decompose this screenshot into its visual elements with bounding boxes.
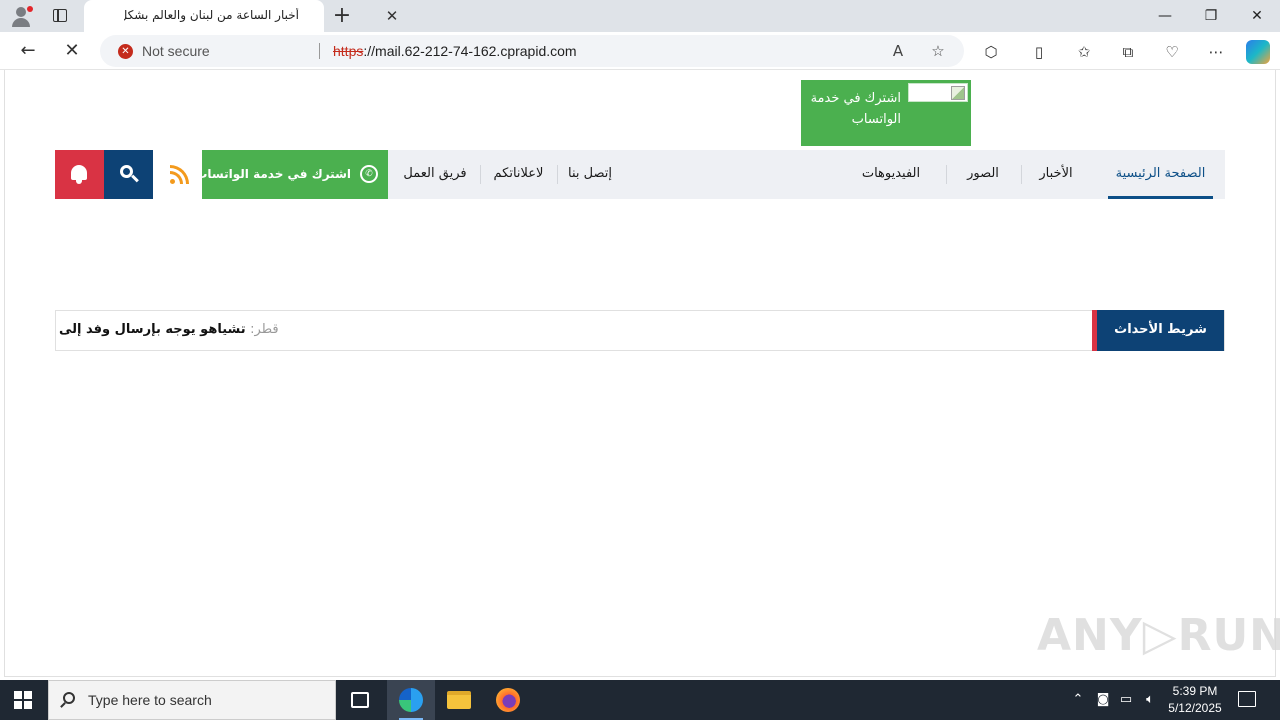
nav-whatsapp-subscribe-button[interactable]: اشترك في خدمة الواتساب ✆ xyxy=(195,150,388,199)
more-icon[interactable]: ⋯ xyxy=(1205,41,1227,63)
read-aloud-icon[interactable]: A xyxy=(888,41,908,61)
address-separator xyxy=(319,43,320,59)
nav-team[interactable]: فريق العمل xyxy=(395,150,475,199)
windows-taskbar: Type here to search ⌃ ◙ ▭ 🔈︎ 5:39 PM 5/1… xyxy=(0,680,1280,720)
taskbar-search-box[interactable]: Type here to search xyxy=(48,680,336,720)
taskbar-clock[interactable]: 5:39 PM 5/12/2025 xyxy=(1160,683,1230,717)
taskbar-file-explorer-button[interactable] xyxy=(435,680,483,720)
profile-icon[interactable] xyxy=(8,4,34,28)
nav-contact[interactable]: إتصل بنا xyxy=(558,150,622,199)
ticker-label: شريط الأحداث xyxy=(1092,310,1224,351)
extensions-icon[interactable]: ⬡ xyxy=(980,41,1002,63)
nav-home[interactable]: الصفحة الرئيسية xyxy=(1108,150,1213,199)
nav-videos[interactable]: الفيديوهات xyxy=(847,150,935,199)
bell-icon xyxy=(71,165,87,180)
ticker-headline: تشياهو يوجه بإرسال وفد إلى xyxy=(59,322,246,337)
new-tab-icon[interactable]: + xyxy=(332,5,352,27)
stop-icon[interactable]: ✕ xyxy=(60,39,84,63)
notification-center-icon[interactable] xyxy=(1238,691,1256,707)
nav-news[interactable]: الأخبار xyxy=(1023,150,1089,199)
volume-icon[interactable]: 🔈︎ xyxy=(1141,691,1159,709)
nav-divider xyxy=(557,165,558,184)
taskbar-edge-button[interactable] xyxy=(387,680,435,720)
security-label[interactable]: Not secure xyxy=(142,43,210,59)
taskbar-search-placeholder: Type here to search xyxy=(88,692,212,708)
favorite-star-icon[interactable]: ☆ xyxy=(928,41,948,61)
whatsapp-banner[interactable]: اشترك في خدمة الواتساب xyxy=(801,80,971,146)
anyrun-watermark: ANY▷RUN xyxy=(1037,610,1280,661)
network-icon[interactable]: ▭ xyxy=(1117,691,1135,709)
close-window-button[interactable]: ✕ xyxy=(1242,4,1272,28)
split-screen-icon[interactable]: ▯ xyxy=(1028,41,1050,63)
url-text[interactable]: https://mail.62-212-74-162.cprapid.com xyxy=(333,43,577,59)
active-tab[interactable]: أخبار الساعة من لبنان والعالم بشكل ✕ xyxy=(84,0,398,32)
tab-actions-icon[interactable] xyxy=(50,6,70,26)
nav-divider xyxy=(480,165,481,184)
nav-divider xyxy=(946,165,947,184)
broken-image-icon xyxy=(908,83,968,102)
whatsapp-banner-text[interactable]: اشترك في خدمة الواتساب xyxy=(801,88,901,130)
ticker-category: قطر: xyxy=(250,322,279,337)
clock-date: 5/12/2025 xyxy=(1168,701,1222,715)
news-ticker: قطر: تشياهو يوجه بإرسال وفد إلى شريط الأ… xyxy=(55,310,1225,351)
windows-start-icon[interactable] xyxy=(14,691,32,709)
meet-now-icon[interactable]: ◙ xyxy=(1094,691,1112,709)
browser-toolbar: ← ✕ ✕ Not secure https://mail.62-212-74-… xyxy=(0,32,1280,70)
tab-title: أخبار الساعة من لبنان والعالم بشكل xyxy=(124,8,299,22)
nav-whatsapp-label: اشترك في خدمة الواتساب xyxy=(195,167,351,181)
task-view-icon xyxy=(351,692,369,708)
tab-close-icon[interactable]: ✕ xyxy=(384,8,400,24)
browser-tab-strip: أخبار الساعة من لبنان والعالم بشكل ✕ + —… xyxy=(0,0,1280,32)
search-icon xyxy=(63,692,75,704)
performance-icon[interactable]: ♡ xyxy=(1161,41,1183,63)
clock-time: 5:39 PM xyxy=(1172,684,1218,698)
nav-divider xyxy=(1021,165,1022,184)
whatsapp-icon: ✆ xyxy=(360,165,378,183)
restore-button[interactable]: ❐ xyxy=(1196,4,1226,28)
web-page: اشترك في خدمة الواتساب الصفحة الرئيسية ا… xyxy=(4,70,1280,677)
edge-icon xyxy=(399,688,423,712)
ticker-item[interactable]: قطر: تشياهو يوجه بإرسال وفد إلى xyxy=(59,311,959,350)
chevron-up-icon[interactable]: ⌃ xyxy=(1069,691,1087,709)
folder-icon xyxy=(447,691,471,709)
taskbar-firefox-button[interactable] xyxy=(484,680,532,720)
url-scheme: https xyxy=(333,43,364,59)
address-bar[interactable]: ✕ Not secure https://mail.62-212-74-162.… xyxy=(100,35,964,67)
minimize-button[interactable]: — xyxy=(1150,4,1180,28)
task-view-button[interactable] xyxy=(336,680,384,720)
favorites-icon[interactable]: ✩ xyxy=(1073,41,1095,63)
nav-ads[interactable]: لاعلاناتكم xyxy=(482,150,555,199)
back-icon[interactable]: ← xyxy=(16,39,40,63)
copilot-icon[interactable] xyxy=(1246,40,1270,64)
collections-icon[interactable]: ⧉ xyxy=(1117,41,1139,63)
search-button[interactable] xyxy=(104,150,153,199)
not-secure-icon[interactable]: ✕ xyxy=(118,44,133,59)
main-navigation: الصفحة الرئيسية الأخبار الصور الفيديوهات… xyxy=(55,150,1225,199)
nav-photos[interactable]: الصور xyxy=(948,150,1018,199)
notifications-button[interactable] xyxy=(55,150,104,199)
url-host: ://mail.62-212-74-162.cprapid.com xyxy=(363,43,577,59)
firefox-icon xyxy=(496,688,520,712)
rss-button[interactable] xyxy=(153,150,202,199)
